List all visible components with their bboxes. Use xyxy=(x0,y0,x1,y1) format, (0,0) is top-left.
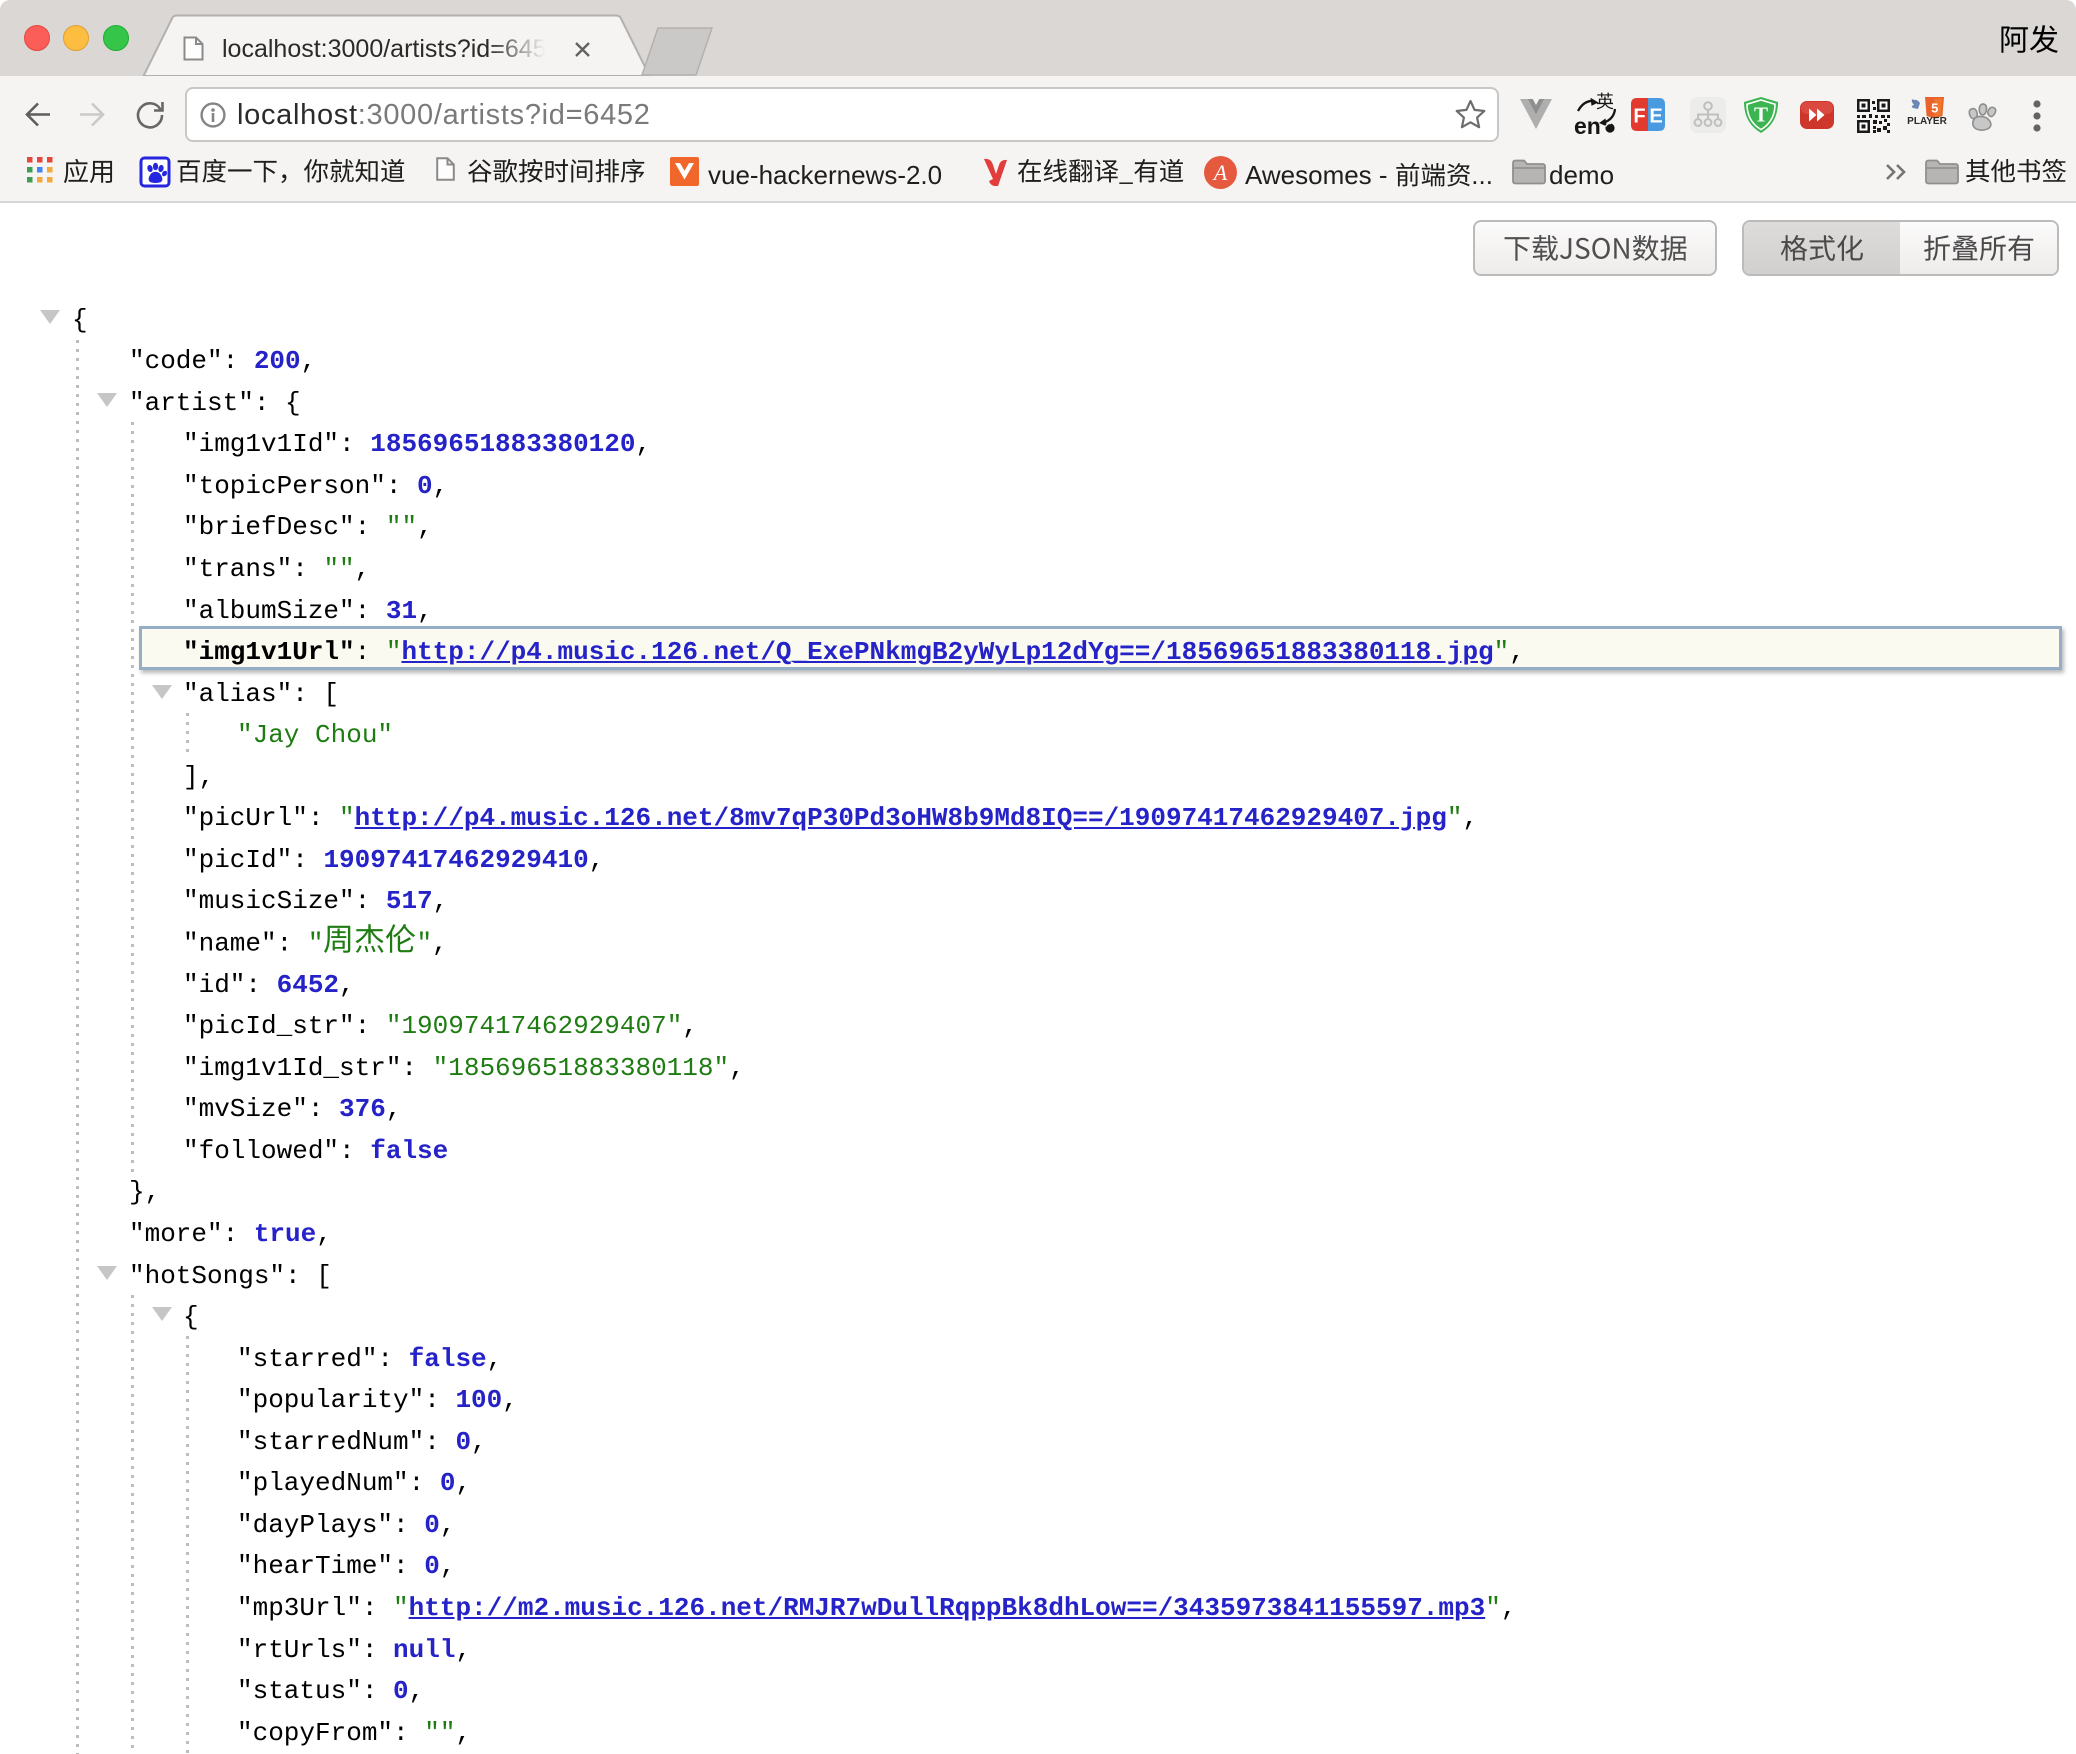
svg-text:T: T xyxy=(1754,103,1768,127)
svg-text:F: F xyxy=(1633,106,1645,128)
svg-text:E: E xyxy=(1649,106,1662,128)
svg-text:A: A xyxy=(1212,160,1228,185)
svg-text:5: 5 xyxy=(1931,101,1938,116)
